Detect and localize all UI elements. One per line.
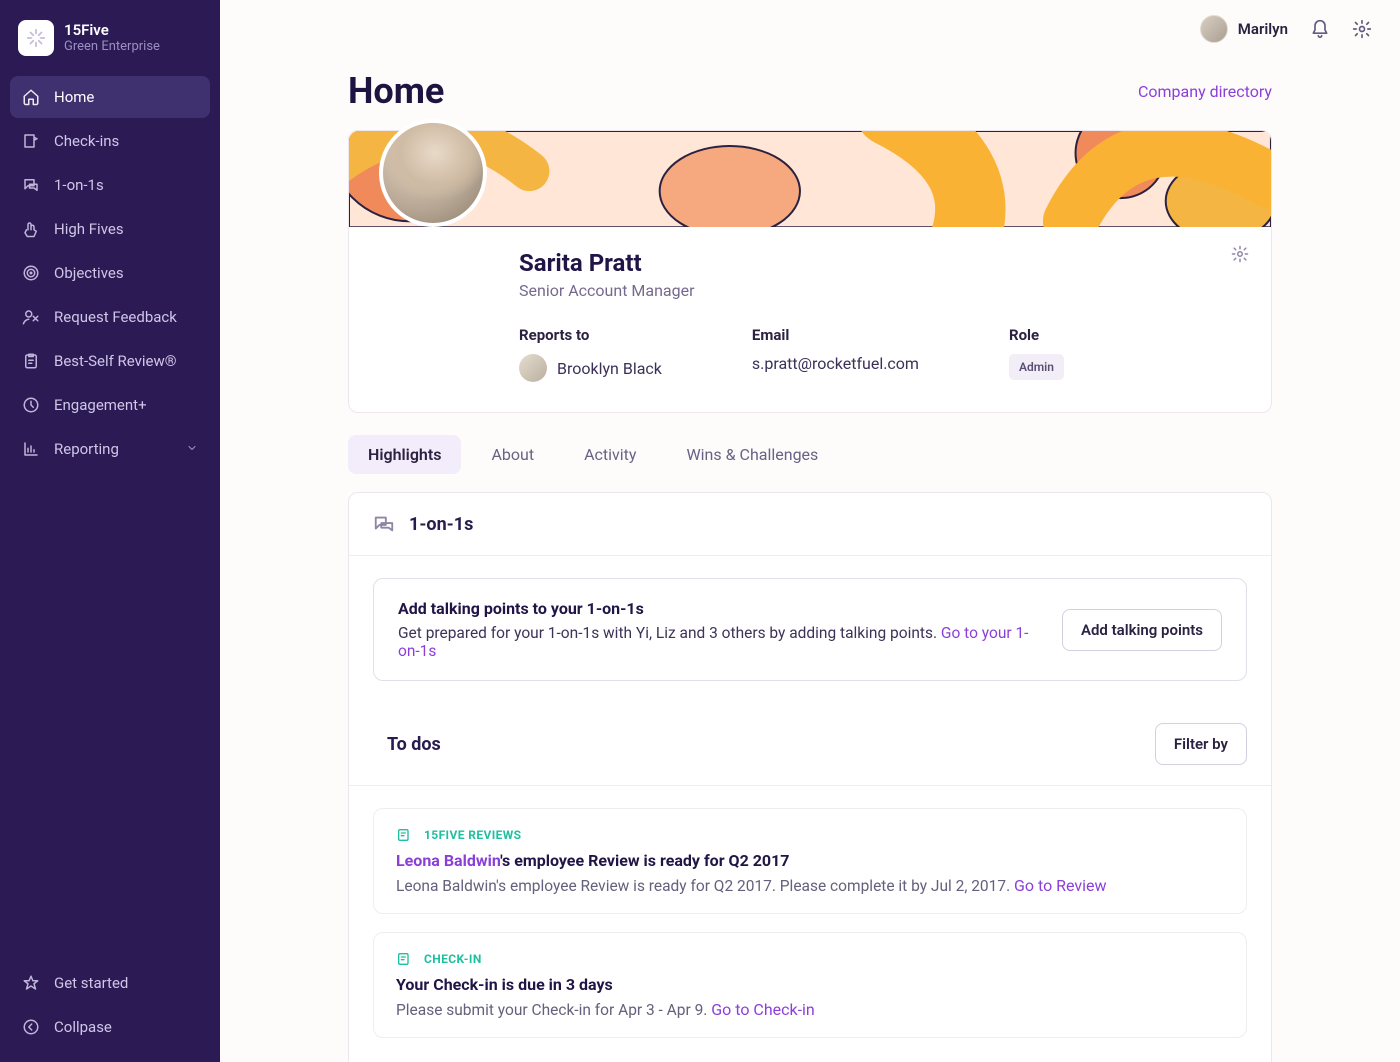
nav-label: Engagement+ xyxy=(54,396,147,414)
todo-person-link[interactable]: Leona Baldwin xyxy=(396,851,500,870)
nav-label: Best-Self Review® xyxy=(54,352,177,370)
sidebar: 15Five Green Enterprise Home Check-ins 1… xyxy=(0,0,220,1062)
nav: Home Check-ins 1-on-1s High Fives Object… xyxy=(10,76,210,470)
prompt-title: Add talking points to your 1-on-1s xyxy=(398,599,1042,618)
brand-name: 15Five xyxy=(64,21,160,40)
star-icon xyxy=(22,974,40,992)
email-value: s.pratt@rocketfuel.com xyxy=(752,354,919,373)
role-badge: Admin xyxy=(1009,354,1064,380)
role-label: Role xyxy=(1009,326,1064,344)
profile-banner xyxy=(349,131,1271,227)
engagement-icon xyxy=(22,396,40,414)
nav-label: Reporting xyxy=(54,440,119,458)
tab-wins[interactable]: Wins & Challenges xyxy=(666,435,838,474)
todo-body: Please submit your Check-in for Apr 3 - … xyxy=(396,1000,1224,1019)
reporting-icon xyxy=(22,440,40,458)
page-title: Home xyxy=(348,70,444,112)
target-icon xyxy=(22,264,40,282)
tab-about[interactable]: About xyxy=(471,435,554,474)
bell-icon[interactable] xyxy=(1310,19,1330,39)
topbar-user[interactable]: Marilyn xyxy=(1200,15,1288,43)
manager-avatar xyxy=(519,354,547,382)
profile-card: Sarita Pratt Senior Account Manager Repo… xyxy=(348,130,1272,413)
brand-logo xyxy=(18,20,54,56)
add-talking-points-button[interactable]: Add talking points xyxy=(1062,609,1222,651)
user-avatar xyxy=(1200,15,1228,43)
profile-name: Sarita Pratt xyxy=(519,227,1245,277)
nav-label: Get started xyxy=(54,974,128,992)
todos-header: To dos Filter by xyxy=(349,703,1271,786)
nav-objectives[interactable]: Objectives xyxy=(10,252,210,294)
nav-engagement[interactable]: Engagement+ xyxy=(10,384,210,426)
todo-tag: CHECK-IN xyxy=(424,952,482,966)
profile-title: Senior Account Manager xyxy=(519,281,1245,300)
tab-highlights[interactable]: Highlights xyxy=(348,435,461,474)
section-heading: To dos xyxy=(387,734,441,755)
profile-settings-icon[interactable] xyxy=(1231,245,1249,267)
checkin-icon xyxy=(22,132,40,150)
nav-checkins[interactable]: Check-ins xyxy=(10,120,210,162)
talking-points-prompt: Add talking points to your 1-on-1s Get p… xyxy=(373,578,1247,681)
todo-tag: 15FIVE REVIEWS xyxy=(424,828,521,842)
prompt-body: Get prepared for your 1-on-1s with Yi, L… xyxy=(398,624,1042,660)
nav-1on1s[interactable]: 1-on-1s xyxy=(10,164,210,206)
email-label: Email xyxy=(752,326,919,344)
user-name: Marilyn xyxy=(1238,20,1288,38)
company-directory-link[interactable]: Company directory xyxy=(1138,82,1272,101)
todo-item: 15FIVE REVIEWS Leona Baldwin's employee … xyxy=(373,808,1247,914)
main: Marilyn Home Company directory xyxy=(220,0,1400,1062)
profile-avatar xyxy=(379,119,487,227)
highfive-icon xyxy=(22,220,40,238)
gear-icon[interactable] xyxy=(1352,19,1372,39)
filter-by-button[interactable]: Filter by xyxy=(1155,723,1247,765)
todo-title: Leona Baldwin's employee Review is ready… xyxy=(396,851,1224,870)
nav-label: High Fives xyxy=(54,220,124,238)
tab-activity[interactable]: Activity xyxy=(564,435,656,474)
nav-reporting[interactable]: Reporting xyxy=(10,428,210,470)
chat-icon xyxy=(22,176,40,194)
nav-get-started[interactable]: Get started xyxy=(10,962,210,1004)
chat-icon xyxy=(373,513,395,535)
nav-label: 1-on-1s xyxy=(54,176,104,194)
nav-review[interactable]: Best-Self Review® xyxy=(10,340,210,382)
nav-feedback[interactable]: Request Feedback xyxy=(10,296,210,338)
nav-label: Check-ins xyxy=(54,132,119,150)
topbar: Marilyn xyxy=(220,0,1400,58)
brand-org: Green Enterprise xyxy=(64,39,160,55)
one-on-ones-section: 1-on-1s Add talking points to your 1-on-… xyxy=(348,492,1272,1062)
profile-tabs: Highlights About Activity Wins & Challen… xyxy=(348,435,1272,474)
reports-to-label: Reports to xyxy=(519,326,662,344)
nav-label: Home xyxy=(54,88,94,106)
nav-label: Request Feedback xyxy=(54,308,177,326)
section-heading: 1-on-1s xyxy=(409,514,473,535)
go-to-review-link[interactable]: Go to Review xyxy=(1014,876,1107,895)
chevron-down-icon xyxy=(186,440,198,458)
todo-body: Leona Baldwin's employee Review is ready… xyxy=(396,876,1224,895)
feedback-icon xyxy=(22,308,40,326)
nav-highfives[interactable]: High Fives xyxy=(10,208,210,250)
review-icon xyxy=(22,352,40,370)
collapse-icon xyxy=(22,1018,40,1036)
home-icon xyxy=(22,88,40,106)
brand: 15Five Green Enterprise xyxy=(10,14,210,76)
nav-label: Objectives xyxy=(54,264,124,282)
go-to-checkin-link[interactable]: Go to Check-in xyxy=(711,1000,815,1019)
nav-label: Collpase xyxy=(54,1018,112,1036)
reports-to-value[interactable]: Brooklyn Black xyxy=(519,354,662,382)
todo-item: CHECK-IN Your Check-in is due in 3 days … xyxy=(373,932,1247,1038)
nav-collapse[interactable]: Collpase xyxy=(10,1006,210,1048)
nav-home[interactable]: Home xyxy=(10,76,210,118)
todo-title: Your Check-in is due in 3 days xyxy=(396,975,1224,994)
